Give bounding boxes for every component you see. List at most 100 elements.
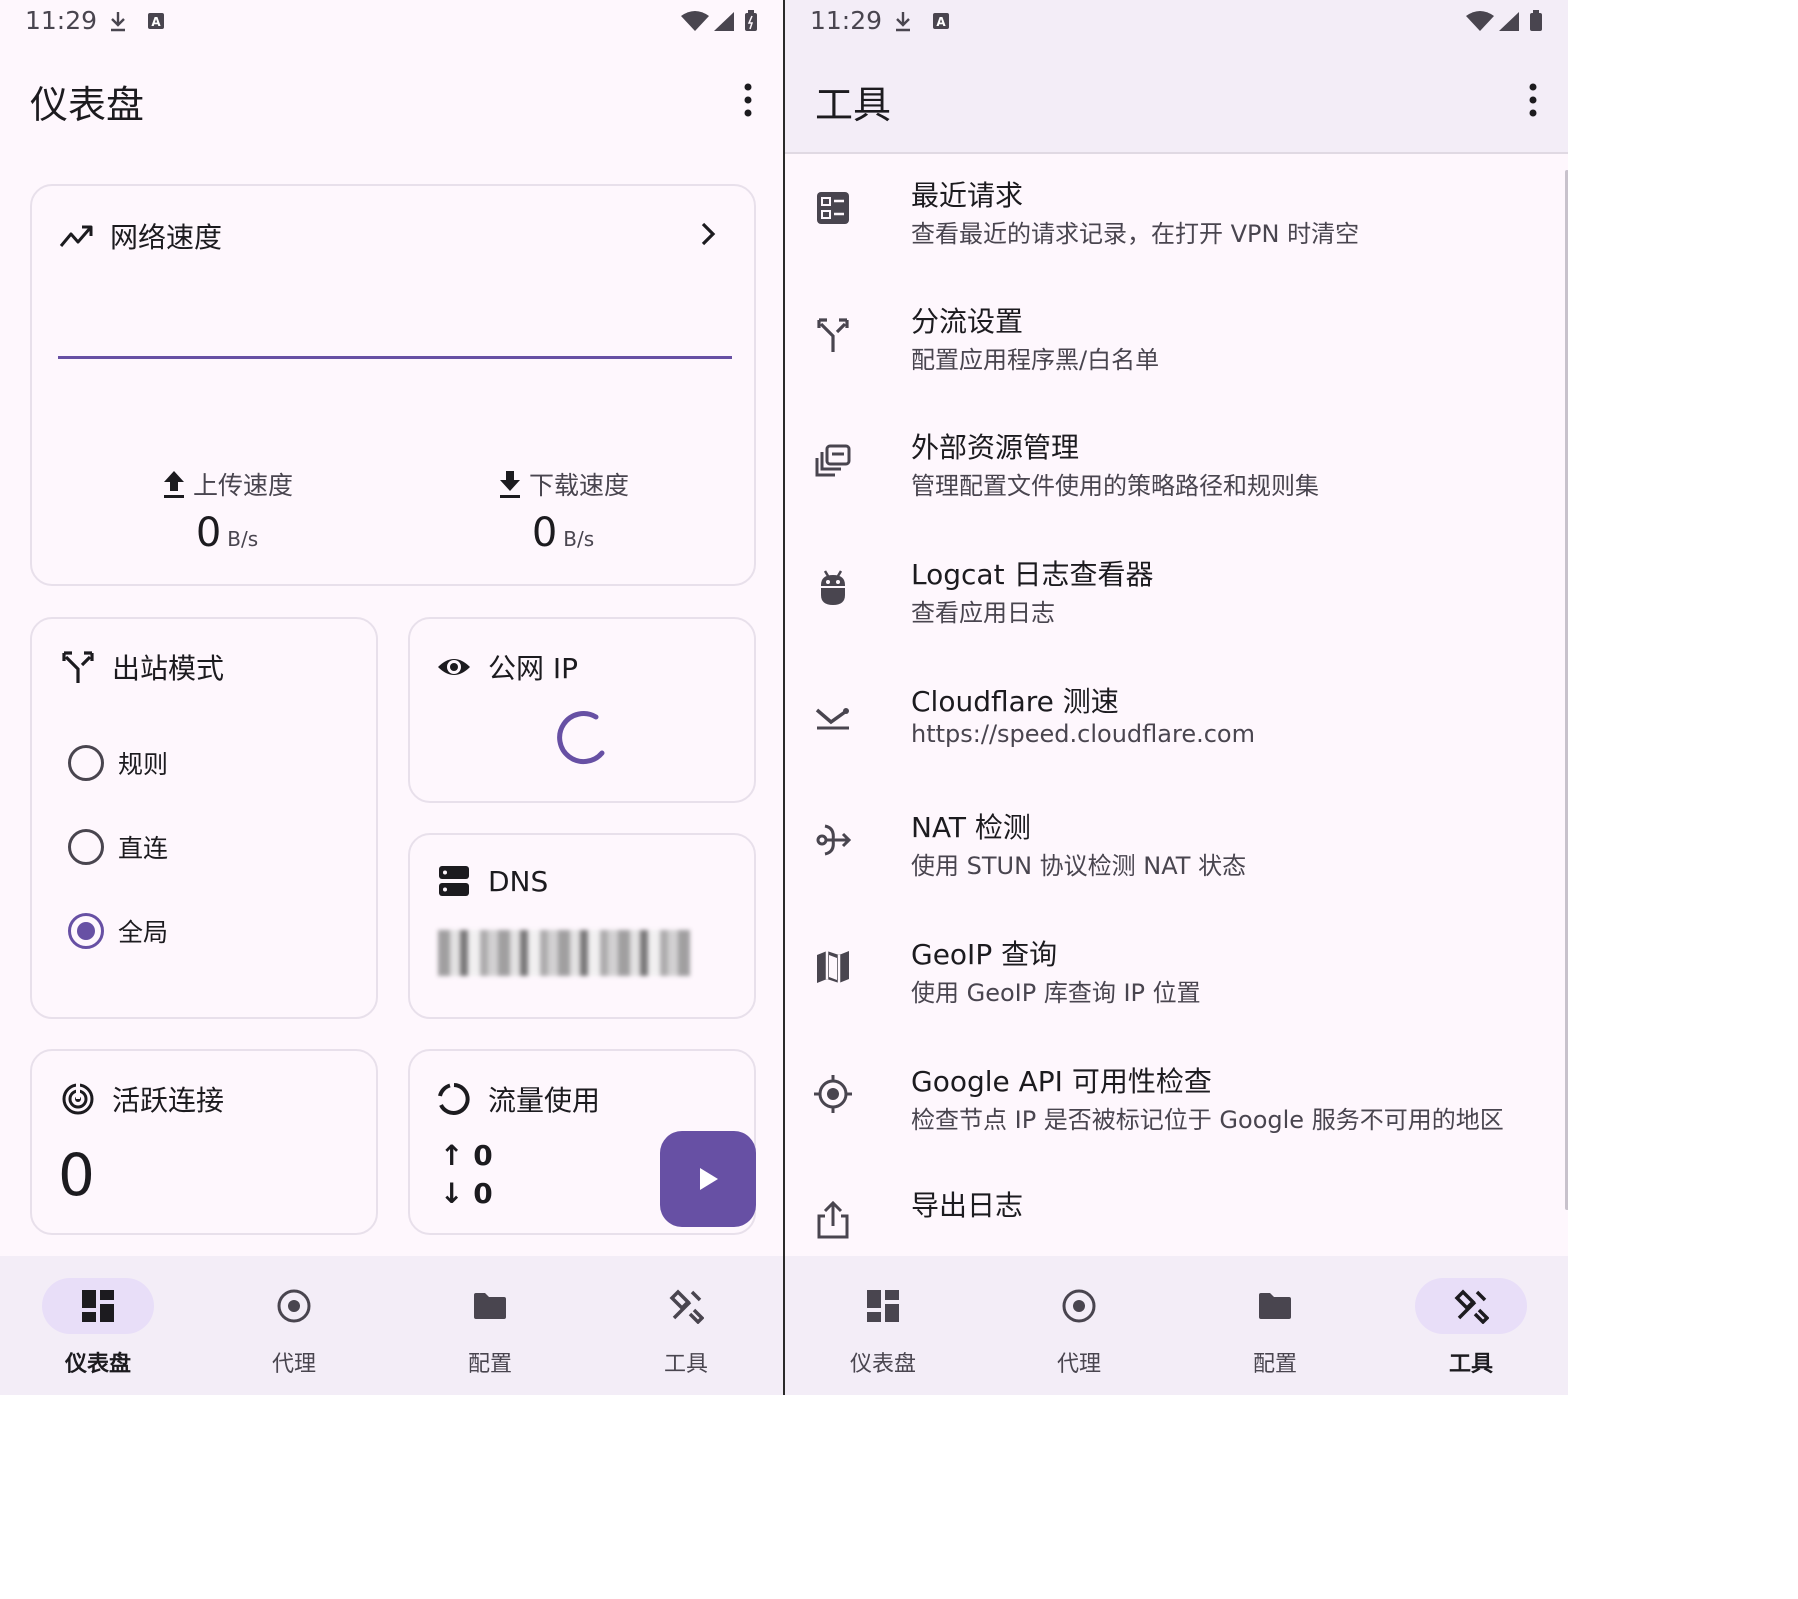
traffic-values: ↑ 0 ↓ 0 [440, 1137, 493, 1213]
upload-unit: B/s [227, 527, 259, 551]
dashboard-icon [82, 1290, 114, 1322]
traffic-up-value: 0 [473, 1139, 493, 1172]
nav-dashboard[interactable]: 仪表盘 [42, 1274, 154, 1384]
radio-rule[interactable]: 规则 [68, 745, 168, 781]
download-icon [499, 471, 520, 498]
tool-logcat[interactable]: Logcat 日志查看器 查看应用日志 [785, 549, 1568, 675]
tool-subtitle: 使用 GeoIP 库查询 IP 位置 [911, 979, 1201, 1007]
outbound-title: 出站模式 [112, 652, 225, 685]
dns-value-redacted [438, 930, 690, 976]
nav-dashboard[interactable]: 仪表盘 [827, 1274, 939, 1384]
battery-icon [1530, 10, 1542, 31]
signal-icon [714, 12, 734, 31]
tool-title: Cloudflare 测速 [911, 685, 1119, 718]
call-split-icon [62, 651, 94, 683]
folder-icon [474, 1293, 506, 1319]
active-connections-title: 活跃连接 [112, 1084, 225, 1117]
folder-icon [1259, 1293, 1291, 1319]
battery-icon [745, 10, 757, 31]
outbound-mode-card: 出站模式 规则 直连 全局 [30, 617, 378, 1019]
library-icon [815, 444, 851, 477]
nav-tools[interactable]: 工具 [1415, 1274, 1527, 1384]
nav-tools[interactable]: 工具 [630, 1274, 742, 1384]
radio-label: 规则 [118, 750, 169, 779]
radio-direct[interactable]: 直连 [68, 829, 168, 865]
radio-button-selected[interactable] [68, 913, 104, 949]
list-box-icon [817, 192, 849, 224]
tool-subtitle: 检查节点 IP 是否被标记位于 Google 服务不可用的地区 [911, 1106, 1504, 1134]
tool-google-api-check[interactable]: Google API 可用性检查 检查节点 IP 是否被标记位于 Google … [785, 1056, 1568, 1182]
donut-icon [438, 1083, 470, 1115]
dns-server-icon [439, 866, 469, 896]
dns-header: DNS [436, 863, 548, 899]
tool-subtitle: 管理配置文件使用的策略路径和规则集 [911, 472, 1319, 500]
start-fab-button[interactable] [660, 1131, 756, 1227]
top-app-bar: 工具 [785, 44, 1568, 154]
speed-graph-line [58, 356, 732, 359]
radio-global[interactable]: 全局 [68, 913, 168, 949]
active-connections-value: 0 [58, 1141, 95, 1209]
network-speed-title: 网络速度 [110, 221, 223, 254]
a-status-icon: A [933, 13, 949, 29]
tool-geoip-lookup[interactable]: GeoIP 查询 使用 GeoIP 库查询 IP 位置 [785, 929, 1568, 1055]
share-icon [817, 1200, 849, 1239]
tool-nat-detection[interactable]: NAT 检测 使用 STUN 协议检测 NAT 状态 [785, 802, 1568, 928]
svg-text:A: A [151, 15, 161, 29]
more-vert-icon[interactable] [738, 82, 758, 118]
radar-icon [62, 1083, 94, 1115]
signal-icon [1499, 12, 1519, 31]
tool-title: 外部资源管理 [911, 431, 1080, 464]
public-ip-card[interactable]: 公网 IP [408, 617, 756, 803]
tool-title: Logcat 日志查看器 [911, 558, 1154, 591]
upload-speed: 上传速度 0 B/s [152, 466, 302, 556]
tool-split-settings[interactable]: 分流设置 配置应用程序黑/白名单 [785, 296, 1568, 422]
nav-proxy[interactable]: 代理 [1023, 1274, 1135, 1384]
wifi-icon [1466, 11, 1494, 31]
status-bar: 11:29 A [785, 0, 1568, 44]
a-status-icon: A [148, 13, 164, 29]
status-time: 11:29 [25, 6, 98, 35]
map-icon [817, 951, 849, 983]
radio-button[interactable] [68, 745, 104, 781]
gps-icon [814, 1075, 852, 1113]
nav-label: 仪表盘 [849, 1352, 916, 1377]
eye-icon [438, 659, 470, 675]
proxy-icon [1062, 1289, 1096, 1323]
tool-recent-requests[interactable]: 最近请求 查看最近的请求记录，在打开 VPN 时清空 [785, 170, 1568, 296]
tool-subtitle: 配置应用程序黑/白名单 [911, 346, 1160, 374]
tool-external-resources[interactable]: 外部资源管理 管理配置文件使用的策略路径和规则集 [785, 422, 1568, 548]
download-label: 下载速度 [528, 471, 629, 500]
more-vert-icon[interactable] [1523, 82, 1543, 118]
upload-icon [163, 471, 184, 498]
tool-cloudflare-speedtest[interactable]: Cloudflare 测速 https://speed.cloudflare.c… [785, 676, 1568, 802]
traffic-down-value: 0 [473, 1177, 493, 1210]
call-split-icon [817, 318, 849, 352]
scrollbar[interactable] [1565, 170, 1568, 1210]
bottom-navigation: 仪表盘 代理 配置 工具 [0, 1256, 784, 1395]
network-speed-card[interactable]: 网络速度 上传速度 0 B/s 下载速度 0 B/s [30, 184, 756, 586]
tool-title: GeoIP 查询 [911, 938, 1058, 971]
dns-title: DNS [488, 864, 549, 898]
tools-screen: 11:29 A 工具 最近请求 查看最近的请求记录，在打开 VPN 时清空 分流… [785, 0, 1568, 1395]
tool-title: 导出日志 [911, 1189, 1024, 1222]
chevron-right-icon [701, 222, 716, 246]
nat-icon [816, 824, 852, 856]
radio-button[interactable] [68, 829, 104, 865]
active-connections-header: 活跃连接 [60, 1079, 224, 1119]
dashboard-icon [867, 1290, 899, 1322]
nav-label: 代理 [271, 1352, 316, 1377]
dns-card[interactable]: DNS [408, 833, 756, 1019]
radio-label: 全局 [118, 918, 169, 947]
nav-label: 代理 [1056, 1352, 1101, 1377]
download-unit: B/s [563, 527, 595, 551]
active-connections-card[interactable]: 活跃连接 0 [30, 1049, 378, 1235]
traffic-header: 流量使用 [436, 1079, 600, 1119]
tool-title: NAT 检测 [911, 811, 1031, 844]
nav-proxy[interactable]: 代理 [238, 1274, 350, 1384]
public-ip-title: 公网 IP [488, 652, 579, 685]
tool-subtitle: 查看最近的请求记录，在打开 VPN 时清空 [911, 220, 1360, 248]
dashboard-screen: 11:29 A 仪表盘 网络速度 上传速度 0 B/s 下载速度 0 B/s 出站模… [0, 0, 784, 1395]
traffic-up-arrow: ↑ [440, 1139, 464, 1172]
nav-config[interactable]: 配置 [434, 1274, 546, 1384]
nav-config[interactable]: 配置 [1219, 1274, 1331, 1384]
